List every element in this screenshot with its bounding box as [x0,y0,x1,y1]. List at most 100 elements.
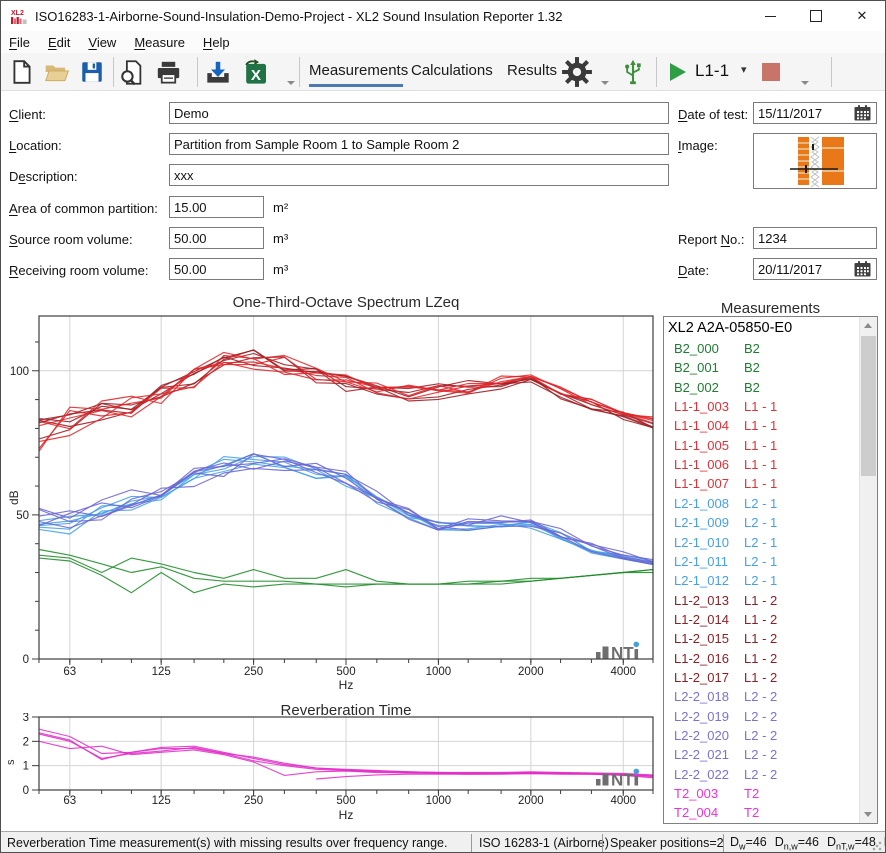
measurement-name: L2-2_021 [674,747,729,762]
menu-item-file[interactable]: File [9,35,30,50]
save-project-button[interactable] [79,56,105,88]
source-volume-input[interactable] [169,227,264,249]
svg-text:2000: 2000 [518,795,544,807]
calendar-icon[interactable] [854,105,871,121]
measurement-row[interactable]: L1-2_015L1 - 2 [664,631,844,650]
measurement-row[interactable]: L1-2_016L1 - 2 [664,651,844,670]
image-label: Image: [678,138,718,153]
toolbar-overflow-icon[interactable] [601,81,609,85]
report-no-input[interactable] [753,227,877,249]
svg-text:Hz: Hz [339,808,354,822]
location-input[interactable] [169,133,669,155]
run-selection-label[interactable]: L1-1 [695,61,729,81]
close-button[interactable]: ✕ [839,1,885,31]
calendar-icon[interactable] [854,261,871,277]
measurement-row[interactable]: L1-1_007L1 - 1 [664,476,844,495]
measurement-row[interactable]: L1-1_004L1 - 1 [664,418,844,437]
tab-measurements[interactable]: Measurements [309,62,408,79]
settings-button[interactable] [561,56,593,88]
stop-measurement-button[interactable] [761,56,781,88]
menu-item-help[interactable]: Help [203,35,230,50]
measurement-row[interactable]: L2-1_011L2 - 1 [664,554,844,573]
tab-results[interactable]: Results [507,62,557,79]
measurement-name: L2-2_019 [674,709,729,724]
menu-item-view[interactable]: View [88,35,116,50]
status-result-value: Dw=46 [730,835,767,852]
measurement-row[interactable]: B2_000B2 [664,341,844,360]
toolbar-overflow-icon[interactable] [801,81,809,85]
measurement-type: L1 - 2 [744,593,777,608]
svg-text:100: 100 [10,366,29,378]
maximize-button[interactable] [793,1,839,31]
svg-text:63: 63 [63,666,76,678]
measurement-type: L1 - 2 [744,631,777,646]
measurement-name: B2_001 [674,360,719,375]
measurement-row[interactable]: L2-2_021 L2 - 2 [664,747,844,766]
menu-item-measure[interactable]: Measure [134,35,185,50]
svg-text:4000: 4000 [610,795,636,807]
measurement-row[interactable]: L2-1_010L2 - 1 [664,535,844,554]
minimize-button[interactable] [747,1,793,31]
svg-text:4000: 4000 [610,666,636,678]
client-label: Client: [9,107,46,122]
measurement-row[interactable]: L2-1_008L2 - 1 [664,496,844,515]
resize-grip[interactable] [872,841,882,851]
spectrum-chart: 63125250500100020004000050100HzNT [1,311,663,691]
measurement-type: L2 - 1 [744,515,777,530]
print-button[interactable] [155,56,182,88]
client-input[interactable] [169,102,669,124]
scroll-up-icon[interactable] [864,323,872,328]
measurement-row[interactable]: L2-2_022L2 - 2 [664,767,844,786]
measurement-row[interactable]: T2_003T2 [664,786,844,805]
measurement-name: L2-2_018 [674,689,729,704]
svg-text:63: 63 [63,795,76,807]
measurement-type: L2 - 2 [744,747,777,762]
measurement-name: L2-1_010 [674,535,729,550]
scrollbar[interactable] [859,317,877,823]
start-measurement-button[interactable] [665,56,689,88]
run-dropdown-icon[interactable]: ▾ [741,63,747,76]
location-label: Location: [9,138,62,153]
measurement-row[interactable]: L2-2_019L2 - 2 [664,709,844,728]
svg-text:XL2: XL2 [11,10,24,17]
svg-text:50: 50 [16,510,29,522]
measurement-type: L1 - 1 [744,438,777,453]
measurement-row[interactable]: L1-1_003L1 - 1 [664,399,844,418]
measurement-type: L1 - 1 [744,476,777,491]
scroll-down-icon[interactable] [864,812,872,817]
measurement-row[interactable]: L2-1_012L2 - 1 [664,573,844,592]
measurement-row[interactable]: L2-1_009L2 - 1 [664,515,844,534]
measurement-row[interactable]: L1-2_014L1 - 2 [664,612,844,631]
export-excel-button[interactable]: X [241,56,270,88]
gear-icon [561,56,593,88]
area-input[interactable] [169,196,264,218]
import-measurements-button[interactable] [204,56,232,88]
usb-connect-button[interactable] [619,56,647,88]
measurement-row[interactable]: L1-2_017L1 - 2 [664,670,844,689]
measurement-type: B2 [744,360,760,375]
image-thumbnail[interactable] [753,133,877,189]
svg-text:500: 500 [336,795,355,807]
measurement-row[interactable]: L1-1_006L1 - 1 [664,457,844,476]
new-project-button[interactable] [9,56,35,88]
tab-calculations[interactable]: Calculations [411,62,493,79]
measurement-row[interactable]: L1-1_005L1 - 1 [664,438,844,457]
measurement-row[interactable]: L1-2_013L1 - 2 [664,593,844,612]
toolbar-overflow-icon[interactable] [287,81,295,85]
measurement-row[interactable]: B2_001 B2 [664,360,844,379]
print-preview-button[interactable] [119,56,146,88]
receiving-volume-input[interactable] [169,258,264,280]
open-project-button[interactable] [43,56,70,88]
measurement-row[interactable]: B2_002B2 [664,380,844,399]
measurement-row[interactable]: L2-2_020L2 - 2 [664,728,844,747]
menu-item-edit[interactable]: Edit [48,35,70,50]
new-document-icon [9,59,35,85]
measurements-list[interactable]: XL2 A2A-05850-E0 B2_000B2B2_001B2B2_002B… [663,316,878,824]
source-volume-unit: m³ [273,231,288,246]
maximize-icon [810,10,822,22]
measurement-row[interactable]: L2-2_018L2 - 2 [664,689,844,708]
svg-text:125: 125 [152,666,171,678]
measurement-row[interactable]: T2_004T2 [664,805,844,824]
description-input[interactable] [169,164,669,186]
scrollbar-thumb[interactable] [861,336,876,476]
